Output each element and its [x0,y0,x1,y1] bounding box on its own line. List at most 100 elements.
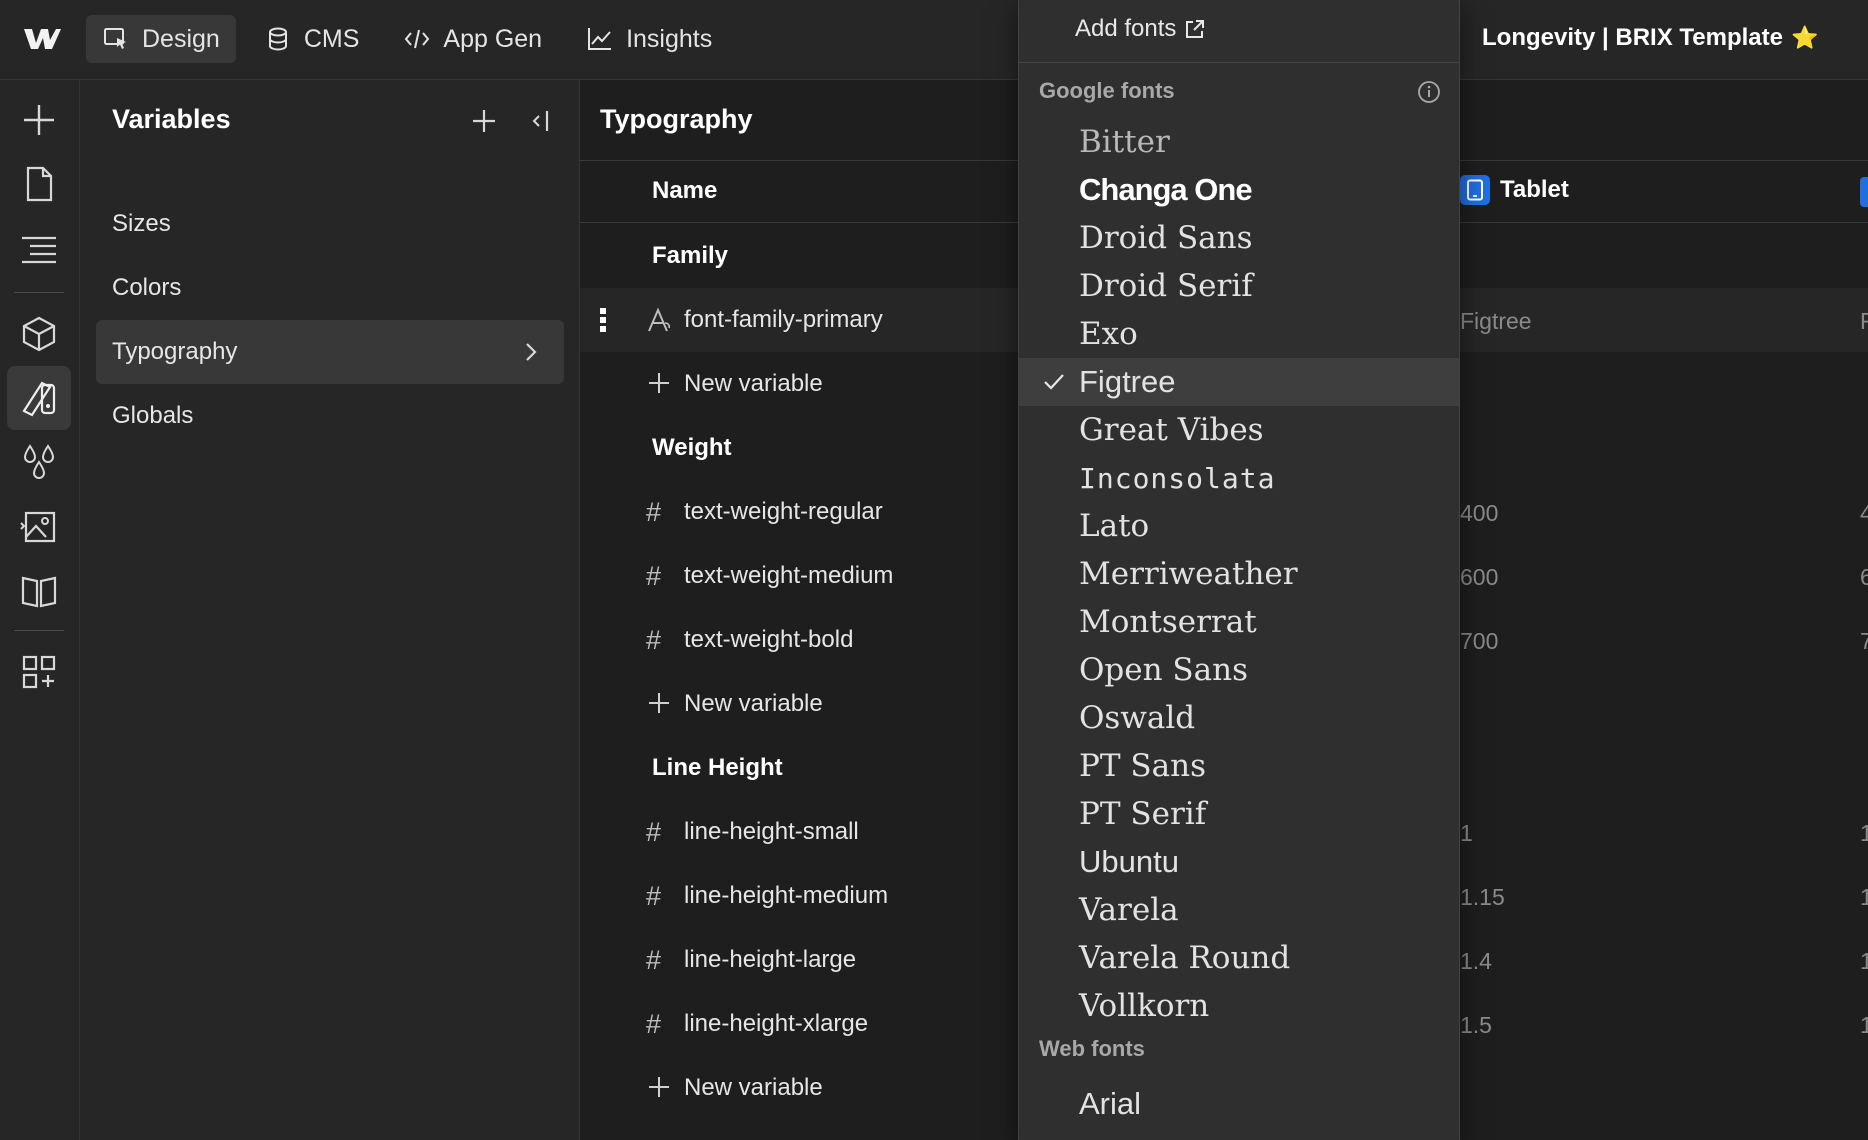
hash-icon: # [646,497,662,527]
font-option[interactable]: Changa One [1019,166,1459,214]
tablet-value[interactable]: 700 [1460,628,1498,655]
next-column-value[interactable]: 1 [1860,1012,1868,1039]
tablet-value[interactable]: 600 [1460,564,1498,591]
font-option[interactable]: Open Sans [1019,646,1459,694]
hash-icon: # [646,1009,662,1039]
tab-design[interactable]: Design [86,15,236,63]
collapse-panel-button[interactable] [525,106,555,136]
collection-colors[interactable]: Colors [96,256,564,320]
font-name: Great Vibes [1079,412,1264,448]
next-column-value[interactable]: 7 [1860,628,1868,655]
webflow-logo-icon[interactable] [18,22,66,56]
add-fonts-link[interactable]: Add fonts [1075,15,1206,43]
font-option[interactable]: Merriweather [1019,550,1459,598]
font-option[interactable]: Vollkorn [1019,982,1459,1030]
google-fonts-label: Google fonts [1039,78,1175,103]
pages-button[interactable] [7,152,71,216]
font-option[interactable]: Oswald [1019,694,1459,742]
column-header-next-icon[interactable] [1860,177,1868,207]
font-name: Oswald [1079,700,1196,736]
add-fonts-label: Add fonts [1075,15,1177,42]
font-option[interactable]: Lato [1019,502,1459,550]
web-font-list: Arial [1019,1080,1459,1128]
tablet-value[interactable]: 1.4 [1460,948,1492,975]
column-header-tablet[interactable]: Tablet [1460,175,1569,205]
font-option[interactable]: PT Sans [1019,742,1459,790]
cursor-select-icon [104,28,126,49]
tablet-value[interactable]: Figtree [1460,308,1532,335]
drag-handle-icon[interactable] [600,308,608,332]
assets-button[interactable] [7,494,71,558]
next-column-value[interactable]: 1 [1860,948,1868,975]
components-icon [22,316,56,352]
collapse-left-icon [532,111,549,131]
tablet-value[interactable]: 1.5 [1460,1012,1492,1039]
font-option[interactable]: Bitter [1019,118,1459,166]
collection-typography[interactable]: Typography [96,320,564,384]
new-variable-label: New variable [684,370,823,397]
next-column-value[interactable]: 4 [1860,500,1868,527]
font-option[interactable]: PT Serif [1019,790,1459,838]
plus-icon [646,1074,672,1105]
font-option[interactable]: Arial [1019,1080,1459,1128]
assets-icon [20,511,56,543]
variable-name: line-height-medium [684,882,889,909]
variable-name: text-weight-bold [684,626,854,653]
font-name: Vollkorn [1079,988,1210,1024]
collection-sizes[interactable]: Sizes [96,192,564,256]
tab-cms[interactable]: CMS [248,15,376,63]
add-collection-button[interactable] [469,106,499,136]
tab-app-gen[interactable]: App Gen [387,15,558,63]
plus-icon [473,110,495,132]
next-column-value[interactable]: 6 [1860,564,1868,591]
font-option[interactable]: Great Vibes [1019,406,1459,454]
hash-icon: # [646,561,662,591]
tab-insights[interactable]: Insights [570,15,728,63]
font-option[interactable]: Droid Sans [1019,214,1459,262]
font-option[interactable]: Ubuntu [1019,838,1459,886]
font-option[interactable]: Montserrat [1019,598,1459,646]
collection-globals[interactable]: Globals [96,384,564,448]
apps-button[interactable] [7,640,71,704]
font-option[interactable]: Varela [1019,886,1459,934]
checkmark-icon [1044,374,1064,390]
collection-title: Typography [600,104,753,134]
font-name: Varela [1079,892,1179,928]
tablet-value[interactable]: 400 [1460,500,1498,527]
style-manager-button[interactable] [7,366,71,430]
next-column-value[interactable]: 1 [1860,884,1868,911]
font-option[interactable]: Inconsolata [1019,454,1459,502]
font-option[interactable]: Varela Round [1019,934,1459,982]
add-panel-button[interactable] [7,88,71,152]
font-option[interactable]: Figtree [1019,358,1459,406]
font-name: Varela Round [1079,940,1291,976]
project-title[interactable]: Longevity | BRIX Template ⭐ [1482,24,1818,52]
project-name: Longevity | BRIX Template [1482,24,1783,51]
library-button[interactable] [7,558,71,622]
tablet-value[interactable]: 1.15 [1460,884,1505,911]
variable-name: font-family-primary [684,306,883,333]
hash-icon: # [646,817,662,847]
google-font-list: Bitter Changa One Droid Sans Droid Serif Exo… [1019,118,1459,1030]
navigator-button[interactable] [7,216,71,280]
tablet-value[interactable]: 1 [1460,820,1473,847]
font-name: Bitter [1079,124,1170,160]
font-option[interactable]: Exo [1019,310,1459,358]
code-icon [405,29,430,49]
style-icon [22,381,56,417]
column-header-name: Name [652,177,718,204]
collection-label: Sizes [112,210,171,237]
font-option[interactable]: Droid Serif [1019,262,1459,310]
next-column-value[interactable]: 1 [1860,820,1868,847]
info-icon[interactable] [1417,80,1441,104]
plus-icon [646,370,672,401]
font-name: Arial [1079,1086,1142,1121]
variables-button[interactable] [7,430,71,494]
font-name: Changa One [1079,172,1253,207]
next-column-value[interactable]: F [1860,308,1868,335]
top-bar: Design CMS App Gen Insights Longevity | … [0,0,1868,80]
components-button[interactable] [7,302,71,366]
hash-icon: # [646,881,662,911]
tablet-icon [1460,175,1490,205]
rail-divider [14,292,64,293]
